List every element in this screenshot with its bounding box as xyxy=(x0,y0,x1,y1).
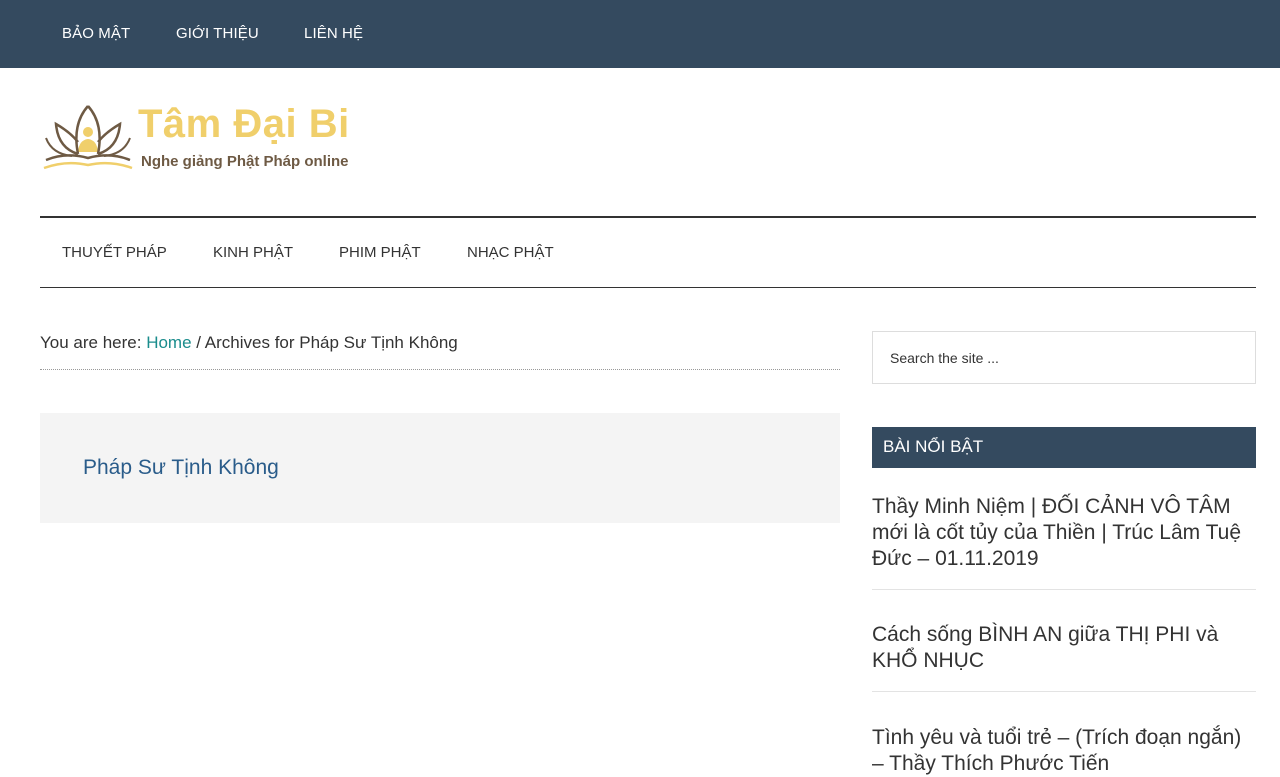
breadcrumb: You are here: Home / Archives for Pháp S… xyxy=(40,333,840,370)
archive-header: Pháp Sư Tịnh Không xyxy=(40,413,840,523)
breadcrumb-current: Archives for Pháp Sư Tịnh Không xyxy=(204,333,458,352)
main-nav-item-nhac-phat[interactable]: NHẠC PHẬT xyxy=(467,244,554,261)
main-nav-item-thuyet-phap[interactable]: THUYẾT PHÁP xyxy=(62,244,167,261)
site-logo[interactable]: Tâm Đại Bi Nghe giảng Phật Pháp online xyxy=(40,100,370,180)
featured-post-link[interactable]: Thầy Minh Niệm | ĐỐI CẢNH VÔ TÂM mới là … xyxy=(872,494,1256,572)
main-navigation: THUYẾT PHÁP KINH PHẬT PHIM PHẬT NHẠC PHẬ… xyxy=(40,216,1256,288)
top-nav-item-gioi-thieu[interactable]: GIỚI THIỆU xyxy=(176,25,259,42)
site-description: Nghe giảng Phật Pháp online xyxy=(141,153,349,170)
lotus-buddha-icon xyxy=(43,105,133,170)
archive-title: Pháp Sư Tịnh Không xyxy=(83,456,279,479)
breadcrumb-home-link[interactable]: Home xyxy=(146,333,191,352)
featured-posts-title: BÀI NỔI BẬT xyxy=(872,427,1256,468)
featured-post-link[interactable]: Cách sống BÌNH AN giữa THỊ PHI và KHỔ NH… xyxy=(872,622,1256,674)
post-divider xyxy=(872,589,1256,590)
top-nav-item-lien-he[interactable]: LIÊN HỆ xyxy=(304,25,363,42)
main-nav-item-kinh-phat[interactable]: KINH PHẬT xyxy=(213,244,293,261)
main-nav-item-phim-phat[interactable]: PHIM PHẬT xyxy=(339,244,421,261)
top-nav-item-bao-mat[interactable]: BẢO MẬT xyxy=(62,25,130,42)
post-divider xyxy=(872,691,1256,692)
breadcrumb-separator: / xyxy=(191,333,205,352)
breadcrumb-prefix: You are here: xyxy=(40,333,147,352)
site-title: Tâm Đại Bi xyxy=(138,102,350,146)
top-navigation: BẢO MẬT GIỚI THIỆU LIÊN HỆ xyxy=(0,0,1280,68)
featured-post-link[interactable]: Tình yêu và tuổi trẻ – (Trích đoạn ngắn)… xyxy=(872,725,1256,777)
search-input[interactable] xyxy=(872,331,1256,384)
